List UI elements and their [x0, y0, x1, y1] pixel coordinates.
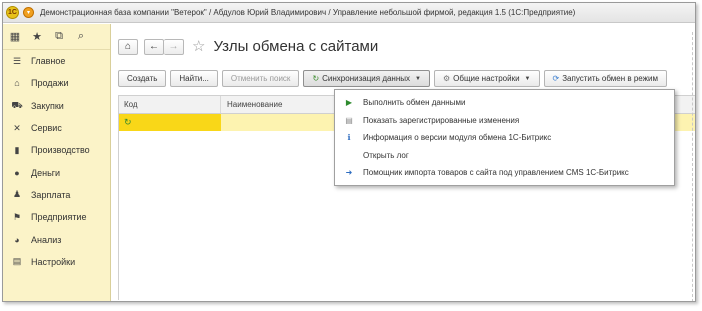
sidebar-item-label: Сервис	[31, 123, 62, 134]
production-icon: ▮	[14, 144, 20, 155]
sync-data-button[interactable]: ↻ Синхронизация данных ▼	[303, 70, 430, 87]
play-icon: ▶	[345, 98, 353, 108]
sidebar-item-label: Производство	[31, 145, 90, 156]
menu-item-label: Информация о версии модуля обмена 1С-Бит…	[363, 133, 552, 143]
sidebar-item-label: Главное	[31, 56, 66, 67]
sidebar-item-label: Продажи	[31, 78, 69, 89]
menu-item-label: Показать зарегистрированные изменения	[363, 115, 520, 125]
sync-data-menu: ▶ Выполнить обмен данными ▤ Показать зар…	[334, 89, 675, 186]
chevron-down-icon: ▼	[415, 75, 421, 82]
run-exchange-label: Запустить обмен в режим	[562, 74, 658, 83]
sidebar-item-label: Деньги	[31, 167, 61, 178]
enterprise-flag-icon: ⚑	[12, 211, 22, 222]
sidebar-toolbar: ▦ ★ ⧉ ⌕	[3, 24, 110, 50]
gear-icon: ⚙	[442, 74, 451, 83]
menu-item-import-assistant[interactable]: ➜ Помощник импорта товаров с сайта под у…	[335, 164, 674, 182]
sales-icon: ⌂	[14, 78, 20, 89]
title-bar: 1С ▾ Демонстрационная база компании "Вет…	[3, 3, 695, 23]
sidebar-item-purchases[interactable]: ⛟ Закупки	[3, 95, 110, 117]
purchases-icon: ⛟	[11, 99, 23, 110]
apps-grid-icon[interactable]: ▦	[9, 30, 21, 43]
sidebar-item-label: Анализ	[31, 234, 62, 245]
menu-item-label: Помощник импорта товаров с сайта под упр…	[363, 168, 629, 178]
menu-item-show-changes[interactable]: ▤ Показать зарегистрированные изменения	[335, 112, 674, 130]
favorite-star-icon[interactable]: ☆	[192, 38, 205, 55]
sidebar-item-analysis[interactable]: ◕ Анализ	[3, 228, 110, 250]
page-title: Узлы обмена с сайтами	[213, 38, 379, 55]
sidebar-item-production[interactable]: ▮ Производство	[3, 139, 110, 161]
sidebar-item-label: Предприятие	[31, 212, 87, 223]
chevron-down-icon: ▼	[524, 75, 531, 82]
form-header: ⌂ ← → ☆ Узлы обмена с сайтами	[118, 38, 378, 55]
sidebar-item-label: Зарплата	[31, 189, 71, 200]
sidebar-item-sales[interactable]: ⌂ Продажи	[3, 72, 110, 94]
money-icon: ●	[14, 167, 20, 178]
general-settings-label: Общие настройки	[453, 74, 520, 83]
settings-icon: ▤	[12, 256, 22, 267]
menu-item-open-log[interactable]: Открыть лог	[335, 147, 674, 165]
menu-item-run-exchange[interactable]: ▶ Выполнить обмен данными	[335, 94, 674, 112]
window-title: Демонстрационная база компании "Ветерок"…	[40, 8, 576, 17]
sidebar-item-main[interactable]: ☰ Главное	[3, 50, 110, 72]
arrow-right-icon: →	[168, 41, 179, 52]
history-icon[interactable]: ⧉	[53, 30, 65, 43]
analysis-chart-icon: ◕	[14, 234, 20, 245]
window-edge	[691, 32, 693, 301]
find-button[interactable]: Найти...	[170, 70, 218, 87]
sync-icon: ↻	[312, 74, 320, 83]
table-left-border	[118, 95, 119, 300]
general-settings-button[interactable]: ⚙ Общие настройки ▼	[433, 70, 540, 87]
create-button[interactable]: Создать	[118, 70, 167, 87]
column-header-name[interactable]: Наименование	[221, 100, 282, 109]
sidebar-item-label: Настройки	[31, 256, 76, 267]
menu-item-label: Открыть лог	[363, 150, 409, 160]
forward-button[interactable]: →	[164, 38, 184, 55]
column-header-code[interactable]: Код	[118, 96, 221, 113]
back-button[interactable]: ←	[144, 38, 164, 55]
sidebar-item-service[interactable]: ✕ Сервис	[3, 117, 110, 139]
import-arrow-icon: ➜	[345, 168, 353, 178]
arrow-left-icon: ←	[149, 41, 159, 52]
sync-data-label: Синхронизация данных	[322, 74, 411, 83]
command-bar: Создать Найти... Отменить поиск ↻ Синхро…	[118, 70, 667, 87]
menu-item-module-info[interactable]: ℹ Информация о версии модуля обмена 1С-Б…	[335, 129, 674, 147]
table-cell-code[interactable]: ↻	[118, 114, 221, 131]
sidebar-item-enterprise[interactable]: ⚑ Предприятие	[3, 206, 110, 228]
menu-lines-icon: ☰	[12, 55, 22, 66]
home-button[interactable]: ⌂	[118, 38, 138, 55]
app-window: 1С ▾ Демонстрационная база компании "Вет…	[2, 2, 696, 302]
exchange-node-icon: ↻	[124, 117, 132, 127]
navigation-buttons: ← →	[144, 38, 184, 55]
salary-people-icon: ♟	[12, 189, 22, 200]
refresh-icon: ⟳	[552, 74, 560, 83]
menu-item-label: Выполнить обмен данными	[363, 98, 466, 108]
sidebar-item-label: Закупки	[31, 100, 64, 111]
favorites-star-icon[interactable]: ★	[31, 30, 43, 43]
changes-list-icon: ▤	[345, 115, 353, 125]
info-icon: ℹ	[347, 133, 351, 143]
main-menu-icon[interactable]: ▾	[23, 7, 34, 18]
sidebar-item-salary[interactable]: ♟ Зарплата	[3, 184, 110, 206]
cancel-search-button[interactable]: Отменить поиск	[221, 70, 300, 87]
sidebar-item-settings[interactable]: ▤ Настройки	[3, 251, 110, 273]
run-exchange-button[interactable]: ⟳ Запустить обмен в режим	[543, 70, 667, 87]
app-logo-icon[interactable]: 1С	[6, 6, 19, 19]
service-tools-icon: ✕	[13, 122, 21, 133]
sections-panel: ▦ ★ ⧉ ⌕ ☰ Главное ⌂ Продажи ⛟ Закупки ✕ …	[3, 24, 111, 301]
sidebar-item-money[interactable]: ● Деньги	[3, 161, 110, 183]
home-icon: ⌂	[124, 41, 132, 52]
search-icon[interactable]: ⌕	[75, 30, 87, 43]
